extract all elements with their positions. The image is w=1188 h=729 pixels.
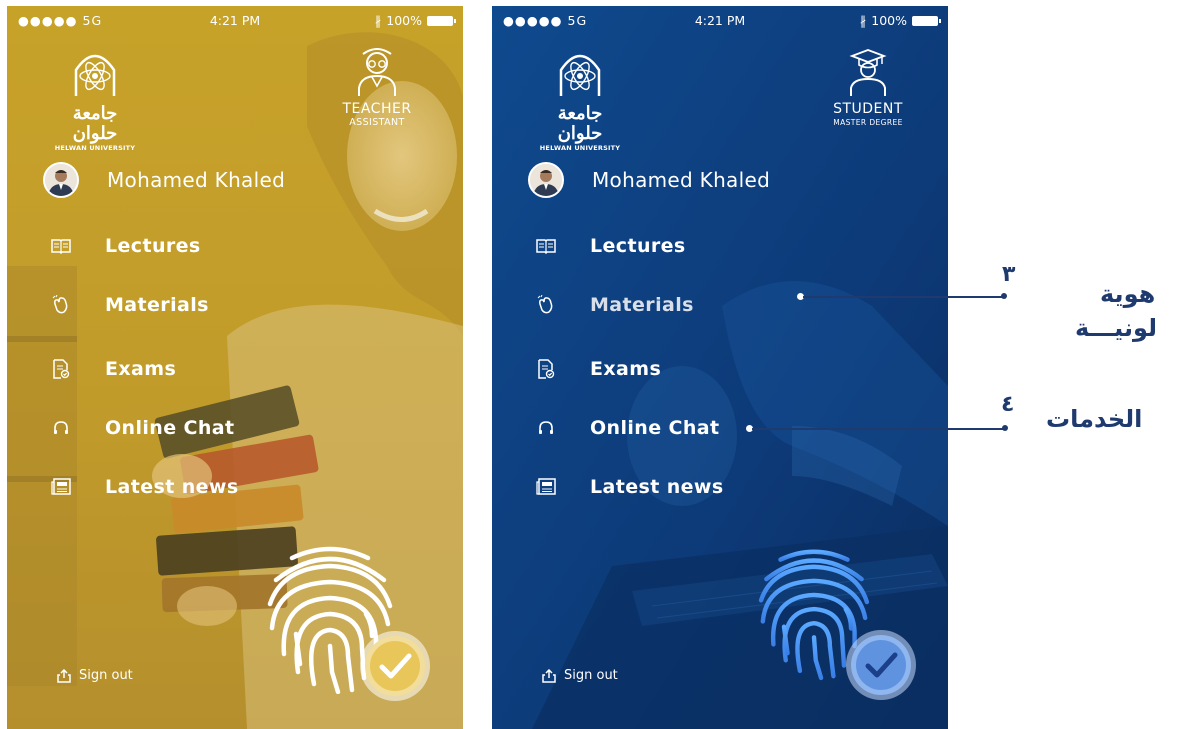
hand-icon (536, 295, 556, 315)
annotation-line (803, 296, 1003, 298)
book-icon (536, 236, 556, 256)
verified-check-icon (851, 635, 911, 695)
menu-item-latest-news[interactable]: Latest news (51, 472, 351, 502)
menu-item-exams[interactable]: Exams (51, 354, 351, 384)
menu-label-online-chat: Online Chat (105, 417, 235, 439)
document-check-icon (51, 359, 71, 379)
role-title: TEACHER (342, 101, 412, 117)
battery-indicator: ∦ 100% (860, 13, 941, 28)
verified-check-icon (365, 636, 425, 696)
atom-emblem-icon (74, 54, 116, 96)
menu-label-online-chat: Online Chat (590, 417, 720, 439)
document-check-icon (536, 359, 556, 379)
book-icon (51, 236, 71, 256)
teacher-avatar-icon (358, 48, 396, 96)
bluetooth-icon: ∦ (860, 13, 867, 28)
menu-label-latest-news: Latest news (105, 476, 239, 498)
annotation-end-dot (1001, 293, 1007, 299)
sign-out-label: Sign out (564, 668, 618, 683)
annotation-line (752, 428, 1004, 430)
menu-label-materials: Materials (105, 294, 209, 316)
hand-icon (51, 295, 71, 315)
menu-label-exams: Exams (105, 358, 177, 380)
battery-indicator: ∦ 100% (375, 13, 456, 28)
annotation-number: ٤ (1001, 392, 1015, 417)
university-logo: جامعة حلوان HELWAN UNIVERSITY (50, 48, 140, 152)
student-app-screen: ●●●●● 5G 4:21 PM ∦ 100% جامعة حلوان HELW… (492, 6, 948, 729)
bluetooth-icon: ∦ (375, 13, 382, 28)
user-profile[interactable]: Mohamed Khaled (43, 162, 285, 198)
user-name: Mohamed Khaled (107, 168, 286, 192)
menu-item-exams[interactable]: Exams (536, 354, 836, 384)
newspaper-icon (51, 477, 71, 497)
battery-icon (912, 15, 941, 26)
menu-label-materials: Materials (590, 294, 694, 316)
teacher-app-screen: ●●●●● 5G 4:21 PM ∦ 100% جامعة حلوان HELW… (7, 6, 463, 729)
battery-percent: 100% (871, 13, 907, 28)
battery-percent: 100% (386, 13, 422, 28)
role-badge: STUDENT MASTER DEGREE (813, 48, 923, 128)
menu-label-latest-news: Latest news (590, 476, 724, 498)
avatar (528, 162, 564, 198)
user-name: Mohamed Khaled (592, 168, 771, 192)
menu-item-online-chat[interactable]: Online Chat (51, 413, 351, 443)
status-bar: ●●●●● 5G 4:21 PM ∦ 100% (7, 6, 463, 34)
menu-label-exams: Exams (590, 358, 662, 380)
share-out-icon (542, 668, 556, 683)
university-english-name: HELWAN UNIVERSITY (539, 144, 621, 152)
university-logo: جامعة حلوان HELWAN UNIVERSITY (535, 48, 625, 152)
annotation-label-line1: هوية (1100, 280, 1156, 308)
role-title: STUDENT (833, 101, 903, 117)
menu-label-lectures: Lectures (105, 235, 201, 257)
role-badge: TEACHER ASSISTANT (322, 48, 432, 128)
newspaper-icon (536, 477, 556, 497)
menu-item-materials[interactable]: Materials (536, 290, 836, 320)
menu-item-materials[interactable]: Materials (51, 290, 351, 320)
sign-out-label: Sign out (79, 668, 133, 683)
menu-item-lectures[interactable]: Lectures (51, 231, 351, 261)
share-out-icon (57, 668, 71, 683)
atom-emblem-icon (559, 54, 601, 96)
role-subtitle: ASSISTANT (349, 117, 405, 128)
battery-icon (427, 15, 456, 26)
university-arabic-name: جامعة حلوان (72, 103, 118, 144)
annotation-end-dot (1002, 425, 1008, 431)
user-profile[interactable]: Mohamed Khaled (528, 162, 770, 198)
university-arabic-name: جامعة حلوان (557, 103, 603, 144)
menu-item-latest-news[interactable]: Latest news (536, 472, 836, 502)
graduate-cap-icon (849, 49, 887, 96)
annotation-label-line2: لونيـــة (1075, 314, 1158, 342)
sign-out-button[interactable]: Sign out (57, 668, 133, 683)
headphones-icon (536, 418, 556, 438)
avatar (43, 162, 79, 198)
annotation-number: ٣ (1002, 262, 1016, 287)
headphones-icon (51, 418, 71, 438)
status-bar: ●●●●● 5G 4:21 PM ∦ 100% (492, 6, 948, 34)
annotation-label: الخدمات (1046, 405, 1143, 433)
menu-label-lectures: Lectures (590, 235, 686, 257)
university-english-name: HELWAN UNIVERSITY (54, 144, 136, 152)
role-subtitle: MASTER DEGREE (833, 118, 903, 127)
menu-item-lectures[interactable]: Lectures (536, 231, 836, 261)
sign-out-button[interactable]: Sign out (542, 668, 618, 683)
